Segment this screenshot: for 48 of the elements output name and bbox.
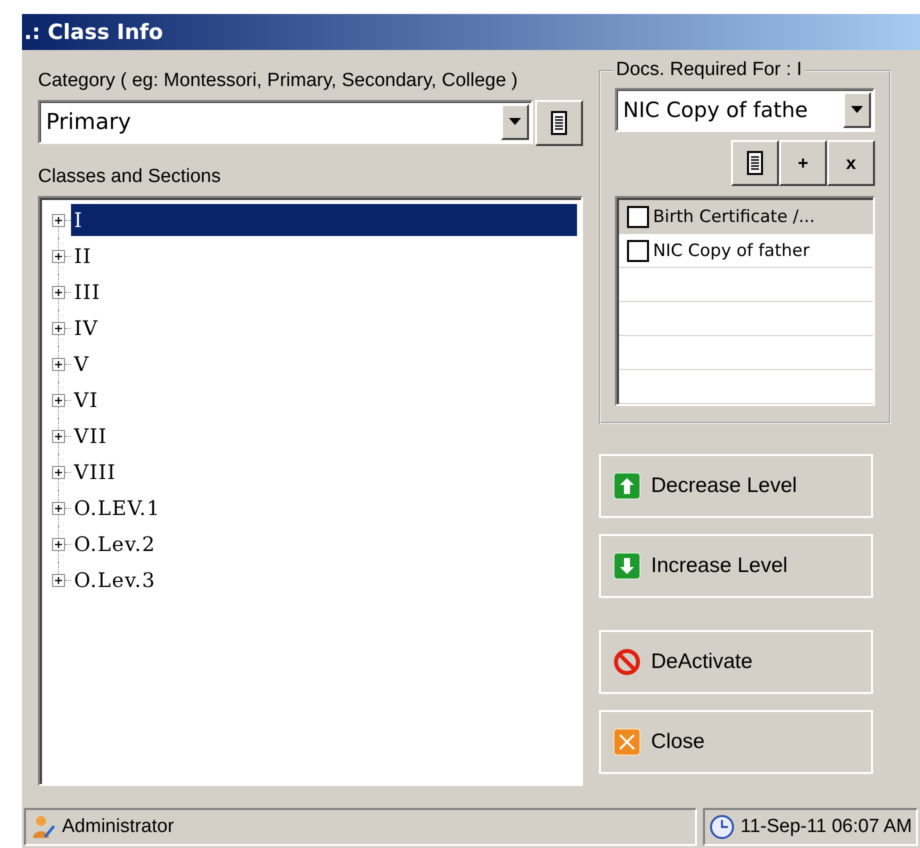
add-button[interactable]: + (779, 140, 827, 186)
window-title: .: Class Info (24, 20, 164, 44)
tree-item[interactable]: II (71, 240, 95, 272)
tree-item[interactable]: O.Lev.2 (71, 528, 159, 560)
list-icon (747, 151, 763, 175)
category-label: Category ( eg: Montessori, Primary, Secondary, College ) (38, 70, 519, 92)
tree-item[interactable]: VIII (71, 456, 120, 488)
expand-icon[interactable] (52, 574, 65, 586)
expand-icon[interactable] (52, 286, 65, 298)
classes-label: Classes and Sections (38, 166, 222, 188)
expand-icon[interactable] (52, 466, 65, 478)
expand-icon[interactable] (52, 430, 65, 442)
list-button[interactable] (535, 100, 583, 146)
remove-button[interactable]: x (827, 140, 875, 186)
action-button[interactable]: Increase Level (599, 534, 873, 598)
expand-icon[interactable] (52, 394, 65, 406)
action-button[interactable]: DeActivate (599, 630, 873, 694)
tree-item[interactable]: VII (71, 420, 110, 452)
group-title: Docs. Required For : I (613, 59, 805, 81)
status-user: Administrator (24, 808, 697, 846)
document-item[interactable]: Birth Certificate /... (619, 200, 873, 234)
user-icon (30, 814, 56, 840)
tree-item[interactable]: O.Lev.3 (71, 564, 159, 596)
clock-icon (708, 814, 735, 840)
category-dropdown[interactable]: Primary (38, 100, 533, 144)
action-button[interactable]: Decrease Level (599, 454, 873, 518)
close-icon (613, 728, 641, 756)
prohibited-icon (613, 648, 641, 676)
tree-item[interactable]: O.LEV.1 (71, 492, 164, 524)
tree-item[interactable]: I (71, 204, 577, 236)
document-dropdown[interactable]: NIC Copy of fathe (615, 88, 875, 132)
checkbox[interactable] (627, 240, 649, 262)
expand-icon[interactable] (52, 502, 65, 514)
expand-icon[interactable] (52, 358, 65, 370)
checkbox[interactable] (627, 206, 649, 228)
document-item[interactable]: NIC Copy of father (619, 234, 873, 268)
tree-item[interactable]: V (71, 348, 92, 380)
expand-icon[interactable] (52, 250, 65, 262)
list-icon (551, 111, 567, 135)
action-button[interactable]: Close (599, 710, 873, 774)
expand-icon[interactable] (52, 538, 65, 550)
expand-icon[interactable] (52, 214, 65, 226)
tree-item[interactable]: IV (71, 312, 102, 344)
status-datetime: 11-Sep-11 06:07 AM (702, 808, 918, 846)
tree-item[interactable]: III (71, 276, 104, 308)
expand-icon[interactable] (52, 322, 65, 334)
list-button[interactable] (731, 140, 779, 186)
tree-item[interactable]: VI (71, 384, 102, 416)
